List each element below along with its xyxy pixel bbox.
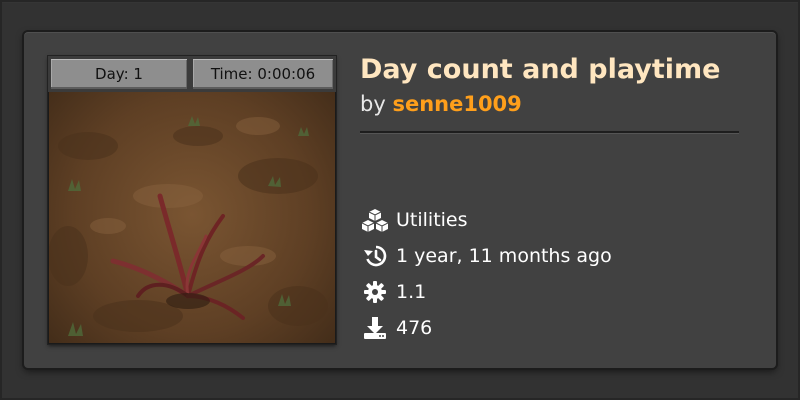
page-background: Day: 1 Time: 0:00:06 Day count and playt… — [0, 0, 800, 400]
playtime-stats-bar: Day: 1 Time: 0:00:06 — [48, 56, 336, 92]
author-link[interactable]: senne1009 — [392, 92, 521, 116]
thumbnail-image — [48, 56, 336, 344]
history-icon — [362, 244, 388, 268]
version-row: 1.1 — [362, 280, 426, 304]
category-row: Utilities — [362, 208, 468, 232]
mod-card[interactable]: Day: 1 Time: 0:00:06 Day count and playt… — [24, 32, 776, 368]
version-label: 1.1 — [396, 281, 427, 303]
updated-row: 1 year, 11 months ago — [362, 244, 612, 268]
day-counter: Day: 1 — [51, 59, 187, 89]
category-label[interactable]: Utilities — [396, 209, 468, 231]
downloads-row: 476 — [362, 316, 432, 340]
download-icon — [362, 316, 388, 340]
by-label: by — [360, 92, 386, 116]
divider — [360, 131, 739, 134]
time-counter: Time: 0:00:06 — [193, 59, 333, 89]
mod-thumbnail[interactable]: Day: 1 Time: 0:00:06 — [48, 56, 336, 344]
mod-title[interactable]: Day count and playtime — [360, 54, 720, 85]
cubes-icon — [362, 208, 388, 232]
updated-label: 1 year, 11 months ago — [396, 245, 612, 267]
gear-icon — [362, 280, 388, 304]
byline: by senne1009 — [360, 92, 522, 116]
downloads-label: 476 — [396, 317, 433, 339]
